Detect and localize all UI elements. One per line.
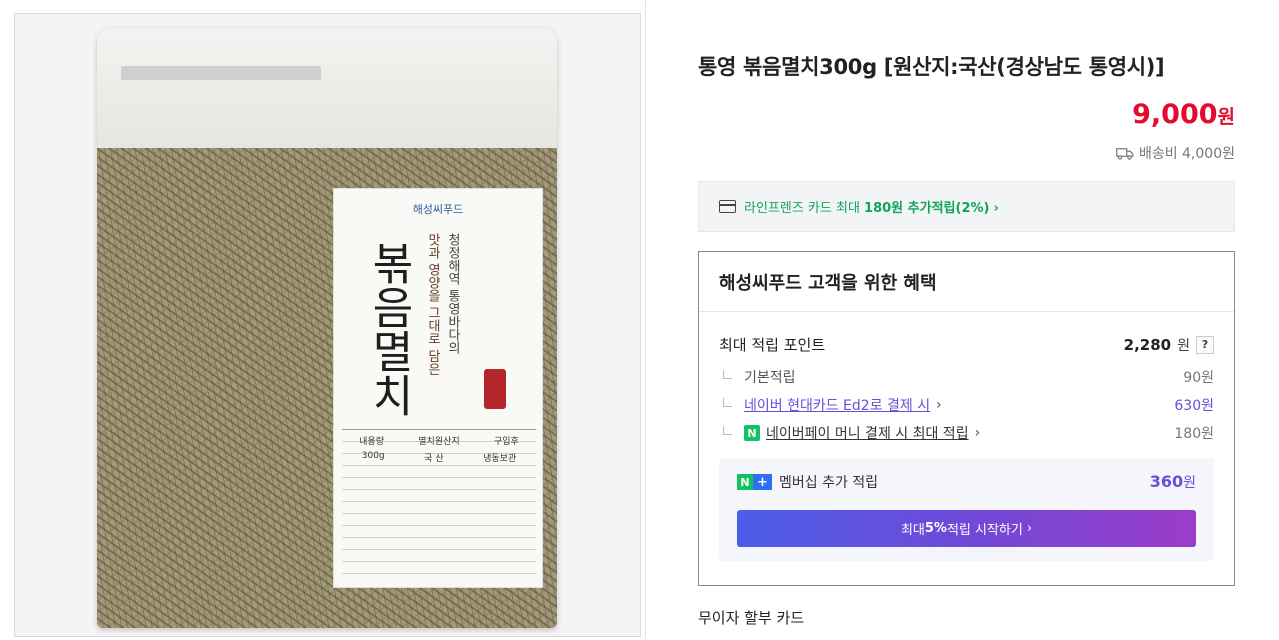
button-text-post: 적립 시작하기	[946, 523, 1023, 538]
seller-benefit-box: 해성씨푸드 고객을 위한 혜택 최대 적립 포인트 2,280 원 ? 기본적립 …	[698, 251, 1235, 586]
start-membership-button[interactable]: 최대 5% 적립 시작하기 ›	[737, 510, 1196, 547]
credit-card-icon	[719, 200, 736, 213]
tree-branch-icon	[723, 425, 732, 435]
product-image-panel: 해성씨푸드 볶음멸치 청정해역 통영바다의 맛과 영양을 그대로 담은 내용량 …	[0, 0, 646, 640]
info-header: 내용량	[359, 437, 384, 447]
package-label: 해성씨푸드 볶음멸치 청정해역 통영바다의 맛과 영양을 그대로 담은 내용량 …	[333, 188, 543, 588]
shipping-fee: 배송비 4,000원	[1116, 143, 1235, 163]
package-info-table: 내용량 멸치원산지 구입후 300g 국 산 냉동보관	[342, 429, 536, 579]
price-value: 9,000	[1132, 99, 1218, 130]
chevron-right-icon: ›	[936, 397, 942, 413]
button-text-pre: 최대	[900, 523, 925, 538]
shipping-text: 배송비 4,000원	[1138, 146, 1235, 162]
plus-badge: +	[753, 474, 772, 490]
bag-seal	[121, 66, 321, 80]
help-icon[interactable]: ?	[1196, 335, 1214, 354]
package-stamp	[484, 369, 506, 409]
benefit-row-value: 90원	[1183, 370, 1214, 386]
membership-value: 360	[1149, 472, 1184, 491]
membership-unit: 원	[1183, 475, 1196, 491]
membership-row: N + 멤버십 추가 적립 360원	[737, 472, 1196, 492]
price-unit: 원	[1217, 106, 1235, 128]
tree-branch-icon	[723, 369, 732, 379]
max-points-row: 최대 적립 포인트 2,280 원 ?	[719, 334, 1214, 355]
benefit-row-npay-money[interactable]: N 네이버페이 머니 결제 시 최대 적립 › 180원	[719, 423, 1214, 443]
benefit-row-value: 180원	[1174, 426, 1214, 442]
product-image[interactable]: 해성씨푸드 볶음멸치 청정해역 통영바다의 맛과 영양을 그대로 담은 내용량 …	[14, 13, 641, 637]
benefit-title: 해성씨푸드 고객을 위한 혜택	[699, 252, 1234, 312]
truck-icon	[1116, 147, 1134, 160]
info-header: 멸치원산지	[418, 437, 460, 447]
chevron-right-icon: ›	[1026, 521, 1033, 536]
chevron-right-icon: ›	[993, 201, 999, 216]
membership-label: 멤버십 추가 적립	[779, 475, 879, 491]
card-benefit-text: 라인프렌즈 카드 최대 180원 추가적립(2%) ›	[744, 197, 999, 216]
card-benefit-prefix: 라인프렌즈 카드 최대	[744, 201, 865, 216]
max-points-label: 최대 적립 포인트	[719, 336, 826, 354]
info-value: 300g	[361, 451, 385, 461]
n-badge: N	[737, 474, 753, 490]
hyundai-card-link[interactable]: 네이버 현대카드 Ed2로 결제 시	[744, 395, 930, 415]
button-text-percent: 5%	[924, 521, 947, 536]
info-header: 구입후	[493, 437, 519, 447]
benefit-row-hyundai-card[interactable]: 네이버 현대카드 Ed2로 결제 시 › 630원	[719, 395, 1214, 415]
bag-top	[97, 28, 557, 148]
package-name: 볶음멸치	[363, 241, 414, 417]
installment-card-label[interactable]: 무이자 할부 카드	[698, 607, 804, 628]
benefit-row-label: 기본적립	[744, 370, 796, 386]
naver-plus-badge-icon: N +	[737, 474, 772, 490]
naver-pay-icon: N	[744, 425, 760, 441]
info-value: 냉동보관	[483, 454, 517, 464]
max-points-unit: 원	[1177, 337, 1190, 354]
product-title: 통영 볶음멸치300g [원산지:국산(경상남도 통영시)]	[698, 55, 1165, 79]
product-price: 9,000원	[1132, 99, 1235, 130]
package-tagline-2: 맛과 영양을 그대로 담은	[425, 233, 440, 376]
membership-value-group: 360원	[1150, 472, 1196, 492]
package-brand: 해성씨푸드	[412, 203, 464, 216]
card-benefit-rest: 추가적립(2%)	[903, 201, 990, 216]
chevron-right-icon: ›	[974, 425, 981, 441]
max-points-value: 2,280	[1123, 335, 1172, 354]
tree-branch-icon	[723, 397, 732, 407]
card-benefit-amount: 180원	[864, 201, 904, 216]
npay-money-link[interactable]: 네이버페이 머니 결제 시 최대 적립	[766, 423, 969, 443]
info-value: 국 산	[424, 454, 444, 464]
card-benefit-banner[interactable]: 라인프렌즈 카드 최대 180원 추가적립(2%) ›	[698, 181, 1235, 232]
product-bag: 해성씨푸드 볶음멸치 청정해역 통영바다의 맛과 영양을 그대로 담은 내용량 …	[97, 28, 557, 628]
max-points-value-group: 2,280 원 ?	[1124, 335, 1214, 355]
benefit-row-basic: 기본적립 90원	[719, 367, 1214, 387]
package-tagline-1: 청정해역 통영바다의	[445, 233, 460, 355]
membership-box: N + 멤버십 추가 적립 360원 최대 5% 적립 시작하기 ›	[719, 458, 1214, 561]
benefit-row-value: 630원	[1174, 398, 1214, 414]
product-detail: 통영 볶음멸치300g [원산지:국산(경상남도 통영시)] 9,000원 배송…	[698, 0, 1235, 640]
